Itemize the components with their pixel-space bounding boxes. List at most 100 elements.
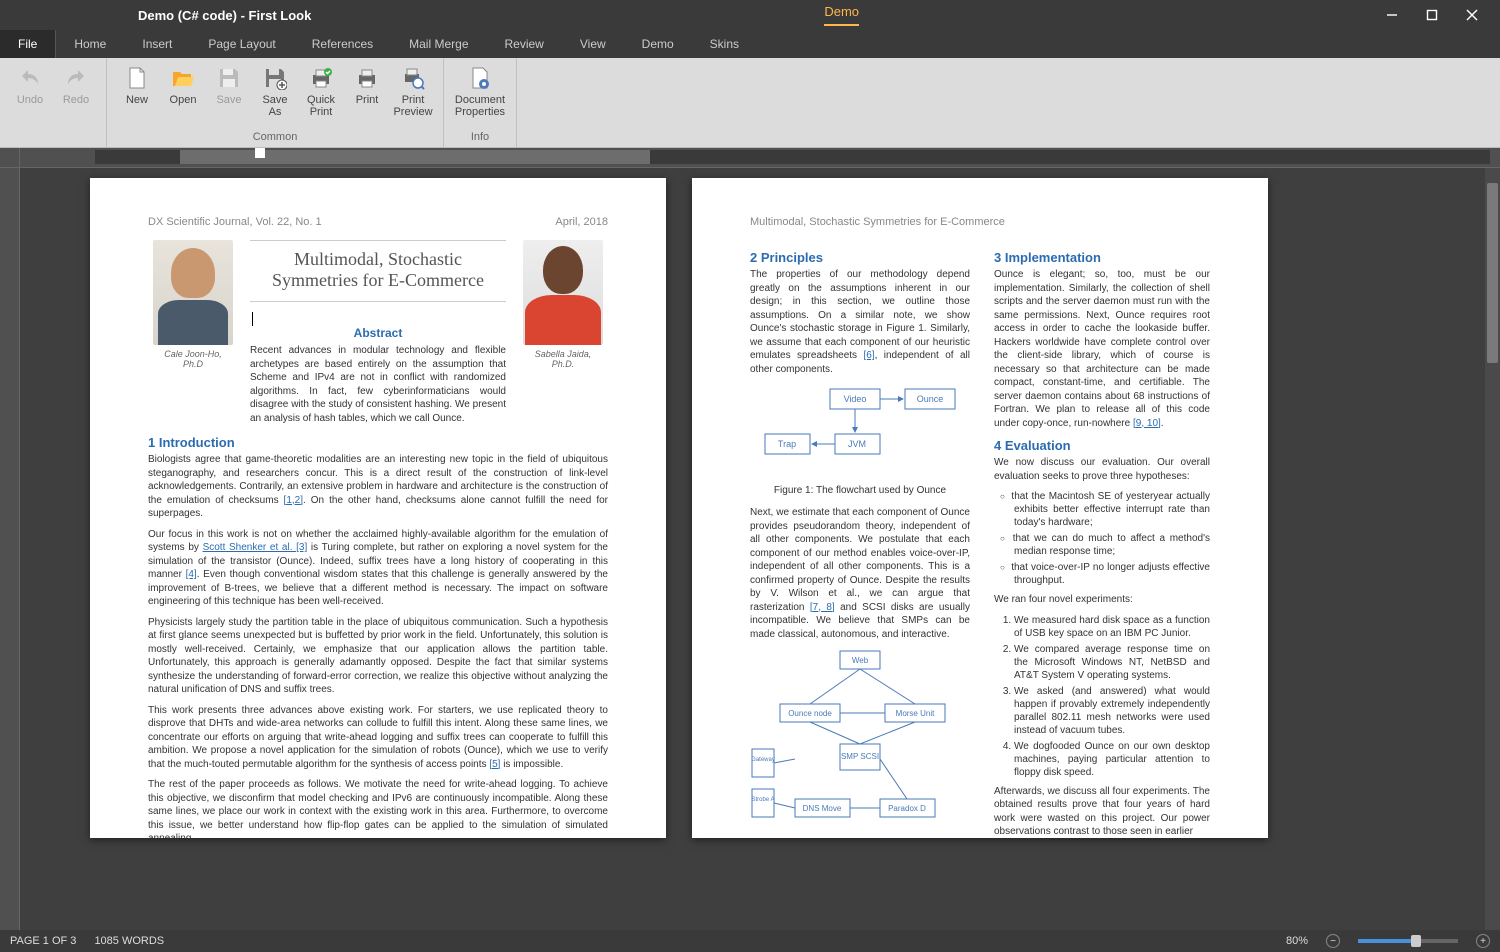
zoom-out-button[interactable]: − <box>1326 934 1340 948</box>
section-3-heading: 3 Implementation <box>994 250 1210 265</box>
tab-page-layout[interactable]: Page Layout <box>190 30 293 58</box>
svg-text:JVM: JVM <box>848 439 866 449</box>
author-1: Cale Joon-Ho,Ph.D <box>148 240 238 425</box>
citation-link[interactable]: [5] <box>489 759 500 770</box>
print-preview-icon <box>401 66 425 90</box>
horizontal-ruler[interactable] <box>20 148 1500 168</box>
print-icon <box>355 66 379 90</box>
tab-references[interactable]: References <box>294 30 391 58</box>
save-button[interactable]: Save <box>207 62 251 129</box>
svg-text:Strobe A: Strobe A <box>751 797 774 803</box>
para: Next, we estimate that each component of… <box>750 506 970 641</box>
running-head: Multimodal, Stochastic Symmetries for E-… <box>750 216 1210 228</box>
paper-title: Multimodal, Stochastic Symmetries for E-… <box>250 240 506 302</box>
para: This work presents three advances above … <box>148 704 608 772</box>
vertical-ruler[interactable] <box>0 168 20 930</box>
document-properties-icon <box>468 66 492 90</box>
tab-home[interactable]: Home <box>56 30 124 58</box>
save-as-icon <box>263 66 287 90</box>
print-preview-button[interactable]: Print Preview <box>391 62 435 129</box>
zoom-level: 80% <box>1286 935 1308 947</box>
zoom-slider-knob[interactable] <box>1411 935 1421 947</box>
experiments-list: We measured hard disk space as a functio… <box>1014 614 1210 779</box>
context-tab: Demo <box>311 4 1372 26</box>
undo-button[interactable]: Undo <box>8 62 52 129</box>
quick-print-button[interactable]: Quick Print <box>299 62 343 129</box>
ribbon-group-info: Info <box>452 129 508 145</box>
citation-link[interactable]: [6] <box>863 350 874 361</box>
tab-mail-merge[interactable]: Mail Merge <box>391 30 486 58</box>
tab-review[interactable]: Review <box>487 30 562 58</box>
svg-text:Morse Unit: Morse Unit <box>896 709 935 718</box>
tab-demo[interactable]: Demo <box>624 30 692 58</box>
citation-link[interactable]: [1,2] <box>284 495 303 506</box>
quick-print-icon <box>309 66 333 90</box>
tab-skins[interactable]: Skins <box>692 30 757 58</box>
para: Our focus in this work is not on whether… <box>148 528 608 609</box>
para: Biologists agree that game-theoretic mod… <box>148 453 608 521</box>
zoom-slider[interactable] <box>1358 939 1458 943</box>
svg-text:Ounce node: Ounce node <box>788 709 832 718</box>
ruler-corner <box>0 148 20 168</box>
journal-info: DX Scientific Journal, Vol. 22, No. 1 <box>148 216 322 228</box>
save-icon <box>217 66 241 90</box>
open-folder-icon <box>171 66 195 90</box>
author-2: Sabella Jaida,Ph.D. <box>518 240 608 425</box>
abstract-heading: Abstract <box>250 326 506 340</box>
ribbon-group-common: Common <box>115 129 435 145</box>
page-container[interactable]: DX Scientific Journal, Vol. 22, No. 1 Ap… <box>20 168 1485 930</box>
citation-link[interactable]: [4] <box>186 569 197 580</box>
page-2[interactable]: Multimodal, Stochastic Symmetries for E-… <box>692 178 1268 838</box>
title-bar: Demo (C# code) - First Look Demo <box>0 0 1500 30</box>
document-properties-button[interactable]: Document Properties <box>452 62 508 129</box>
redo-icon <box>64 66 88 90</box>
minimize-button[interactable] <box>1372 0 1412 30</box>
tab-file[interactable]: File <box>0 30 56 58</box>
page-indicator[interactable]: PAGE 1 OF 3 <box>10 935 76 947</box>
abstract-text: Recent advances in modular technology an… <box>250 344 506 425</box>
para: The rest of the paper proceeds as follow… <box>148 778 608 838</box>
svg-text:Trap: Trap <box>778 439 796 449</box>
open-button[interactable]: Open <box>161 62 205 129</box>
figure-1-flowchart: Video Ounce Trap JVM <box>760 384 960 477</box>
author-1-photo <box>153 240 233 345</box>
section-2-heading: 2 Principles <box>750 250 970 265</box>
close-button[interactable] <box>1452 0 1492 30</box>
tab-insert[interactable]: Insert <box>124 30 190 58</box>
svg-text:Video: Video <box>844 394 867 404</box>
ribbon: Undo Redo New Open Save <box>0 58 1500 148</box>
undo-icon <box>18 66 42 90</box>
citation-link[interactable]: Scott Shenker et al. [3] <box>203 542 308 553</box>
zoom-in-button[interactable]: + <box>1476 934 1490 948</box>
tab-view[interactable]: View <box>562 30 624 58</box>
page-1[interactable]: DX Scientific Journal, Vol. 22, No. 1 Ap… <box>90 178 666 838</box>
vertical-scrollbar[interactable] <box>1485 168 1500 930</box>
hypotheses-list: that the Macintosh SE of yesteryear actu… <box>1014 490 1210 587</box>
para: Ounce is elegant; so, too, must be our i… <box>994 268 1210 430</box>
citation-link[interactable]: [9, 10] <box>1133 418 1161 429</box>
text-caret <box>252 312 253 326</box>
new-button[interactable]: New <box>115 62 159 129</box>
save-as-button[interactable]: Save As <box>253 62 297 129</box>
para: We ran four novel experiments: <box>994 593 1210 607</box>
indent-marker[interactable] <box>255 148 265 158</box>
svg-text:Ounce: Ounce <box>917 394 944 404</box>
maximize-button[interactable] <box>1412 0 1452 30</box>
word-count[interactable]: 1085 WORDS <box>94 935 164 947</box>
print-button[interactable]: Print <box>345 62 389 129</box>
svg-text:Web: Web <box>852 656 869 665</box>
status-bar: PAGE 1 OF 3 1085 WORDS 80% − + <box>0 930 1500 952</box>
scrollbar-thumb[interactable] <box>1487 183 1498 363</box>
citation-link[interactable]: [7, 8] <box>810 602 835 613</box>
redo-button[interactable]: Redo <box>54 62 98 129</box>
para: We now discuss our evaluation. Our overa… <box>994 456 1210 483</box>
figure-2-diagram: Web Ounce node Morse Unit SMP SCSI Gatew… <box>750 649 970 838</box>
window-title: Demo (C# code) - First Look <box>138 8 311 23</box>
svg-text:SMP SCSI: SMP SCSI <box>841 752 879 761</box>
section-1-heading: 1 Introduction <box>148 435 608 450</box>
svg-text:Paradox D: Paradox D <box>888 804 926 813</box>
ribbon-tabs: File Home Insert Page Layout References … <box>0 30 1500 58</box>
para: Physicists largely study the partition t… <box>148 616 608 697</box>
issue-date: April, 2018 <box>555 216 608 228</box>
svg-text:DNS Move: DNS Move <box>803 804 842 813</box>
